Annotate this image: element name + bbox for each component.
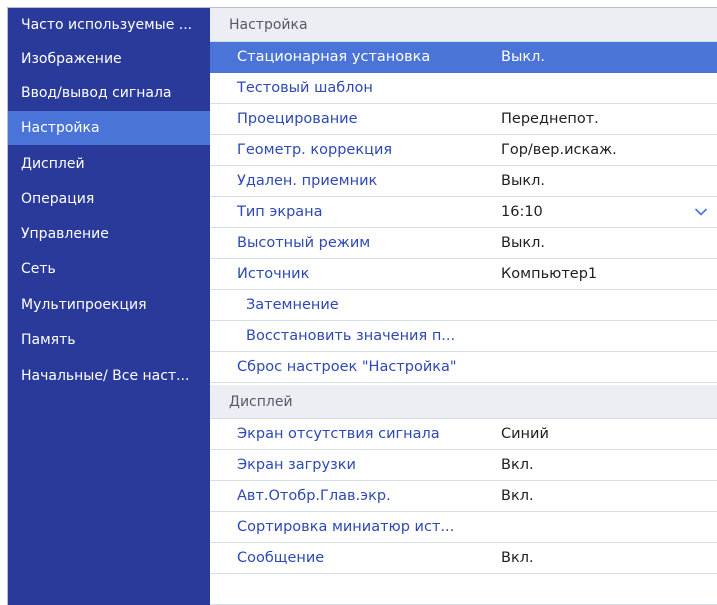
- row-restore-values[interactable]: Восстановить значения п...: [210, 321, 717, 352]
- row-value: 16:10: [501, 204, 543, 220]
- row-stationary-install[interactable]: Стационарная установка Выкл.: [210, 42, 717, 73]
- row-remote-receiver[interactable]: Удален. приемник Выкл.: [210, 166, 717, 197]
- row-label: Затемнение: [246, 297, 339, 313]
- row-test-pattern[interactable]: Тестовый шаблон: [210, 73, 717, 104]
- row-label: Сообщение: [237, 550, 325, 566]
- row-label: Источник: [237, 266, 310, 282]
- row-value: Выкл.: [501, 173, 546, 189]
- row-label: Тип экрана: [237, 204, 323, 220]
- row-label: Тестовый шаблон: [237, 80, 373, 96]
- row-high-altitude-mode[interactable]: Высотный режим Выкл.: [210, 228, 717, 259]
- row-value: Переднепот.: [501, 111, 599, 127]
- row-label: Высотный режим: [237, 235, 371, 251]
- row-label: Сортировка миниатюр ист...: [237, 519, 455, 535]
- row-label: Проецирование: [237, 111, 358, 127]
- sidebar-item-operation[interactable]: Операция: [8, 182, 210, 216]
- row-cut-off: [210, 574, 717, 605]
- section-header-display: Дисплей: [210, 385, 717, 419]
- row-message[interactable]: Сообщение Вкл.: [210, 543, 717, 574]
- row-value: Выкл.: [501, 235, 546, 251]
- sidebar-item-display[interactable]: Дисплей: [8, 147, 210, 181]
- row-dimming[interactable]: Затемнение: [210, 290, 717, 321]
- row-label: Сброс настроек "Настройка": [237, 359, 457, 375]
- sidebar-menu: Часто используемые ... Изображение Ввод/…: [8, 8, 210, 605]
- sidebar-item-memory[interactable]: Память: [8, 323, 210, 357]
- row-label: Удален. приемник: [237, 173, 378, 189]
- sidebar-item-management[interactable]: Управление: [8, 217, 210, 251]
- sidebar-item-image[interactable]: Изображение: [8, 42, 210, 76]
- row-value: Синий: [501, 426, 549, 442]
- row-no-signal-screen[interactable]: Экран отсутствия сигнала Синий: [210, 419, 717, 450]
- sidebar-item-multi-projection[interactable]: Мультипроекция: [8, 288, 210, 322]
- sidebar-item-frequently-used[interactable]: Часто используемые ...: [8, 8, 210, 42]
- row-label: Восстановить значения п...: [246, 328, 456, 344]
- settings-panel: Настройка Стационарная установка Выкл. Т…: [210, 8, 717, 605]
- section-header-settings: Настройка: [210, 8, 717, 42]
- row-value: Компьютер1: [501, 266, 598, 282]
- row-projection[interactable]: Проецирование Переднепот.: [210, 104, 717, 135]
- sidebar-item-settings[interactable]: Настройка: [8, 111, 210, 145]
- sidebar-item-signal-io[interactable]: Ввод/вывод сигнала: [8, 76, 210, 110]
- row-thumbnail-sort[interactable]: Сортировка миниатюр ист...: [210, 512, 717, 543]
- row-value: Вкл.: [501, 457, 534, 473]
- row-label: Геометр. коррекция: [237, 142, 393, 158]
- row-startup-screen[interactable]: Экран загрузки Вкл.: [210, 450, 717, 481]
- row-value: Гор/вер.искаж.: [501, 142, 617, 158]
- row-label: Экран загрузки: [237, 457, 356, 473]
- row-value: Выкл.: [501, 49, 546, 65]
- row-reset-settings[interactable]: Сброс настроек "Настройка": [210, 352, 717, 383]
- row-screen-type[interactable]: Тип экрана 16:10: [210, 197, 717, 228]
- row-label: Стационарная установка: [237, 49, 431, 65]
- projector-menu-window: Часто используемые ... Изображение Ввод/…: [7, 7, 717, 605]
- row-geometry-correction[interactable]: Геометр. коррекция Гор/вер.искаж.: [210, 135, 717, 166]
- row-value: Вкл.: [501, 550, 534, 566]
- row-value: Вкл.: [501, 488, 534, 504]
- row-source[interactable]: Источник Компьютер1: [210, 259, 717, 290]
- row-auto-home-screen[interactable]: Авт.Отобр.Глав.экр. Вкл.: [210, 481, 717, 512]
- sidebar-item-initial-all[interactable]: Начальные/ Все наст...: [8, 359, 210, 393]
- row-label: Авт.Отобр.Глав.экр.: [237, 488, 391, 504]
- row-label: Экран отсутствия сигнала: [237, 426, 440, 442]
- sidebar-item-network[interactable]: Сеть: [8, 252, 210, 286]
- chevron-down-icon[interactable]: [694, 205, 708, 219]
